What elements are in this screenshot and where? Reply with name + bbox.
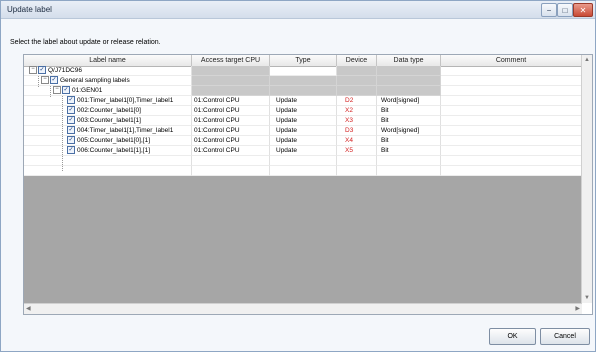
- label-name: 001:Timer_label1[0],Timer_label1: [77, 97, 174, 104]
- checkbox-checked[interactable]: ✓: [67, 106, 75, 115]
- column-header-data-type[interactable]: Data type: [377, 55, 441, 66]
- scroll-down-icon[interactable]: ▼: [584, 295, 590, 301]
- ok-button[interactable]: OK: [489, 328, 536, 345]
- maximize-button[interactable]: □: [557, 3, 573, 17]
- comment: [441, 126, 582, 136]
- vertical-scrollbar[interactable]: ▲ ▼: [581, 55, 592, 303]
- data-type: Bit: [377, 136, 441, 146]
- label-type: Update: [270, 116, 337, 126]
- label-type: Update: [270, 96, 337, 106]
- close-button[interactable]: ✕: [573, 3, 593, 17]
- column-header-device[interactable]: Device: [337, 55, 377, 66]
- data-type: Word[signed]: [377, 96, 441, 106]
- collapse-icon[interactable]: −: [41, 76, 49, 85]
- tree-row-subgroup[interactable]: − ✓ 01:GEN01: [24, 86, 592, 96]
- label-row[interactable]: ✓ 006:Counter_label1[1],[1] 01:Control CP…: [24, 146, 592, 156]
- checkbox-checked[interactable]: ✓: [67, 116, 75, 125]
- window-title: Update label: [7, 5, 52, 14]
- comment: [441, 106, 582, 116]
- checkbox-checked[interactable]: ✓: [67, 136, 75, 145]
- instruction-text: Select the label about update or release…: [10, 39, 161, 46]
- label-row[interactable]: ✓ 005:Counter_label1[0],[1] 01:Control CP…: [24, 136, 592, 146]
- scroll-left-icon[interactable]: ◀: [26, 305, 31, 312]
- device: X2: [337, 106, 377, 116]
- scroll-up-icon[interactable]: ▲: [584, 57, 590, 63]
- data-type: Bit: [377, 116, 441, 126]
- label-type: Update: [270, 136, 337, 146]
- access-target-cpu: 01:Control CPU: [192, 106, 270, 116]
- update-label-dialog: Update label − □ ✕ Select the label abou…: [0, 0, 596, 352]
- label-type: Update: [270, 106, 337, 116]
- label-row[interactable]: ✓ 004:Timer_label1[1],Timer_label1 01:Con…: [24, 126, 592, 136]
- access-target-cpu: 01:Control CPU: [192, 96, 270, 106]
- label-type: Update: [270, 126, 337, 136]
- empty-row: [24, 166, 592, 176]
- minimize-button[interactable]: −: [541, 3, 557, 17]
- comment: [441, 116, 582, 126]
- data-type: Word[signed]: [377, 126, 441, 136]
- checkbox-checked[interactable]: ✓: [67, 126, 75, 135]
- tree-label-subgroup: 01:GEN01: [72, 87, 103, 94]
- cancel-button[interactable]: Cancel: [540, 328, 590, 345]
- tree-row-root[interactable]: − ✓ Q/J71DC96: [24, 66, 592, 76]
- label-row[interactable]: ✓ 001:Timer_label1[0],Timer_label1 01:Con…: [24, 96, 592, 106]
- comment: [441, 146, 582, 156]
- device: D3: [337, 126, 377, 136]
- device: D2: [337, 96, 377, 106]
- tree-label-root: Q/J71DC96: [48, 67, 82, 74]
- scroll-right-icon[interactable]: ▶: [575, 305, 580, 312]
- device: X4: [337, 136, 377, 146]
- comment: [441, 96, 582, 106]
- column-header-label-name[interactable]: Label name: [24, 55, 192, 66]
- checkbox-checked[interactable]: ✓: [50, 76, 58, 85]
- label-grid[interactable]: Label name Access target CPU Type Device…: [23, 54, 593, 315]
- device: X5: [337, 146, 377, 156]
- collapse-icon[interactable]: −: [53, 86, 61, 95]
- tree-row-group[interactable]: − ✓ General sampling labels: [24, 76, 592, 86]
- label-row[interactable]: ✓ 003:Counter_label1[1] 01:Control CPU Up…: [24, 116, 592, 126]
- checkbox-checked[interactable]: ✓: [62, 86, 70, 95]
- label-name: 002:Counter_label1[0]: [77, 107, 141, 114]
- horizontal-scrollbar[interactable]: ◀ ▶: [24, 303, 582, 314]
- column-header-access-target-cpu[interactable]: Access target CPU: [192, 55, 270, 66]
- data-type: Bit: [377, 106, 441, 116]
- access-target-cpu: 01:Control CPU: [192, 136, 270, 146]
- collapse-icon[interactable]: −: [29, 66, 37, 75]
- column-header-type[interactable]: Type: [270, 55, 337, 66]
- label-name: 005:Counter_label1[0],[1]: [77, 137, 150, 144]
- checkbox-checked[interactable]: ✓: [67, 146, 75, 155]
- access-target-cpu: 01:Control CPU: [192, 146, 270, 156]
- label-type: Update: [270, 146, 337, 156]
- title-bar[interactable]: Update label − □ ✕: [1, 1, 595, 19]
- checkbox-checked[interactable]: ✓: [38, 66, 46, 75]
- checkbox-checked[interactable]: ✓: [67, 96, 75, 105]
- label-name: 003:Counter_label1[1]: [77, 117, 141, 124]
- data-type: Bit: [377, 146, 441, 156]
- label-name: 004:Timer_label1[1],Timer_label1: [77, 127, 174, 134]
- empty-row: [24, 156, 592, 166]
- label-row[interactable]: ✓ 002:Counter_label1[0] 01:Control CPU Up…: [24, 106, 592, 116]
- device: X3: [337, 116, 377, 126]
- comment: [441, 136, 582, 146]
- tree-label-group: General sampling labels: [60, 77, 130, 84]
- column-header-comment[interactable]: Comment: [441, 55, 582, 66]
- access-target-cpu: 01:Control CPU: [192, 116, 270, 126]
- empty-grid-area: [24, 176, 582, 303]
- access-target-cpu: 01:Control CPU: [192, 126, 270, 136]
- label-name: 006:Counter_label1[1],[1]: [77, 147, 150, 154]
